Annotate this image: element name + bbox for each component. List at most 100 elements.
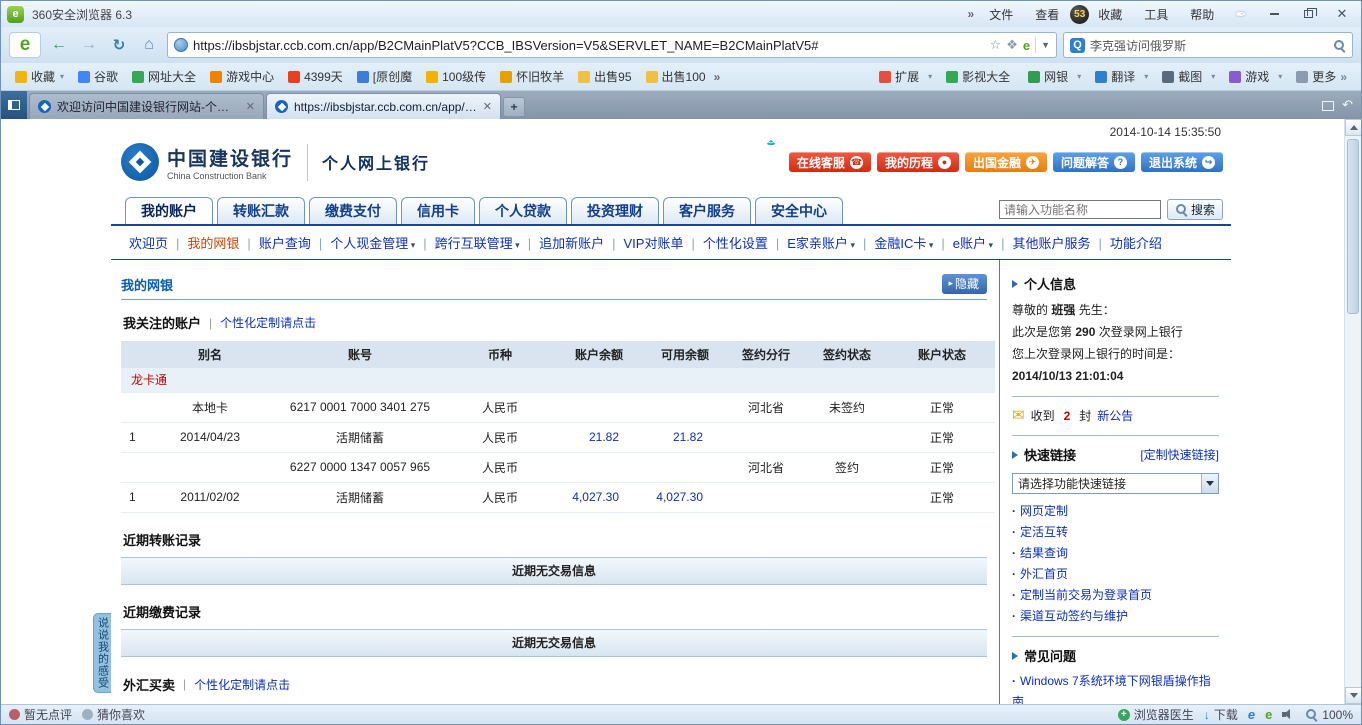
zoom-control[interactable]: 100% (1305, 708, 1353, 722)
sub-nav-item[interactable]: 追加新账户 (520, 233, 604, 252)
menu-item[interactable]: 文件 (982, 6, 1020, 23)
faq-button[interactable]: 问题解答? (1053, 152, 1135, 172)
toolbar-extension-item[interactable]: 网银 (1022, 66, 1087, 87)
guess-like-item[interactable]: 猜你喜欢 (82, 706, 145, 723)
toolbar-extension-item[interactable]: 翻译 (1089, 66, 1154, 87)
bookmark-item[interactable]: [原创魔 (351, 66, 418, 87)
nav-tab[interactable]: 客户服务 (663, 197, 751, 224)
bookmark-item[interactable]: 4399天 (282, 66, 349, 87)
sub-nav-item[interactable]: 欢迎页 (129, 233, 168, 252)
download-item[interactable]: ↓ 下载 (1204, 706, 1238, 723)
compatibility-mode-icon[interactable]: ❖ (1006, 37, 1018, 53)
home-button[interactable]: ⌂ (137, 33, 161, 57)
online-service-button[interactable]: 在线客服☎ (789, 152, 871, 172)
sub-nav-item[interactable]: 个人现金管理 (311, 233, 415, 252)
hide-button[interactable]: 隐藏 (942, 274, 987, 294)
menu-item[interactable]: 查看 (1028, 6, 1066, 23)
favorite-star-icon[interactable]: ☆ (990, 37, 1002, 53)
quick-link[interactable]: 外汇首页 (1012, 564, 1219, 585)
quick-link[interactable]: 定制当前交易为登录首页 (1012, 585, 1219, 606)
logout-button[interactable]: 退出系统↪ (1141, 152, 1223, 172)
forex-customize-link[interactable]: 个性化定制请点击 (194, 676, 290, 693)
address-dropdown-icon[interactable]: ▼ (1041, 40, 1050, 50)
bookmark-item[interactable]: 怀旧牧羊 (494, 66, 570, 87)
browser-tab[interactable]: 欢迎访问中国建设银行网站-个人客户 ✕ (29, 93, 264, 119)
sub-nav-item[interactable]: 功能介绍 (1090, 233, 1161, 252)
quick-link[interactable]: 定活互转 (1012, 522, 1219, 543)
bookmark-item[interactable]: 网址大全 (126, 66, 202, 87)
overseas-finance-button[interactable]: 出国金融✈ (965, 152, 1047, 172)
browser-tab[interactable]: https://ibsbjstar.ccb.com.cn/app/… ✕ (266, 93, 501, 119)
toolbar-extension-item[interactable]: 截图 (1156, 66, 1221, 87)
nav-tab[interactable]: 个人贷款 (479, 197, 567, 224)
browser-doctor-item[interactable]: + 浏览器医生 (1118, 706, 1194, 723)
bookmarks-overflow-chevron[interactable]: » (714, 70, 721, 84)
quick-link[interactable]: 渠道互动签约与维护 (1012, 606, 1219, 627)
bookmark-item[interactable]: 谷歌 (72, 66, 124, 87)
nav-tab[interactable]: 我的账户 (125, 197, 213, 224)
toolbar-extension-item[interactable]: 更多» (1290, 66, 1353, 87)
sub-nav-item[interactable]: 我的网银 (168, 233, 239, 252)
feedback-tab[interactable]: 说说我的感受 (93, 613, 111, 693)
search-box[interactable]: Q (1063, 32, 1353, 58)
chrome-mode-icon[interactable]: e (1265, 707, 1272, 722)
faq-link[interactable]: Windows 7系统环境下网银盾操作指南 (1012, 671, 1219, 704)
function-search-button[interactable]: 搜索 (1167, 199, 1223, 220)
sub-nav-item[interactable]: 账户查询 (239, 233, 310, 252)
bookmark-item[interactable]: 收藏 (9, 66, 70, 87)
notice-link[interactable]: 新公告 (1097, 406, 1133, 426)
side-panel-toggle-icon[interactable] (1, 91, 27, 119)
toolbar-extension-item[interactable]: 扩展 (873, 66, 938, 87)
sub-nav-item[interactable]: E家亲账户 (768, 233, 855, 252)
speed-mode-icon[interactable]: e (1023, 38, 1030, 53)
vertical-scrollbar[interactable] (1344, 119, 1361, 704)
browser-home-logo-icon[interactable]: e (9, 32, 41, 58)
nav-tab[interactable]: 投资理财 (571, 197, 659, 224)
address-input[interactable] (193, 38, 985, 53)
tab-list-icon[interactable] (1322, 101, 1334, 111)
scroll-down-icon[interactable] (1345, 687, 1361, 704)
minimize-button[interactable] (1261, 5, 1287, 23)
scroll-up-icon[interactable] (1345, 119, 1361, 136)
quicklink-config-link[interactable]: [定制快速链接] (1140, 446, 1219, 463)
close-button[interactable]: ✕ (1329, 5, 1355, 23)
bookmark-item[interactable]: 出售100 (640, 66, 712, 87)
nav-tab[interactable]: 信用卡 (401, 197, 475, 224)
sub-nav-item[interactable]: 其他账户服务 (993, 233, 1090, 252)
restore-button[interactable] (1295, 5, 1321, 23)
sub-nav-item[interactable]: 金融IC卡 (855, 233, 933, 252)
menu-item[interactable]: 帮助 (1183, 6, 1221, 23)
menu-overflow-chevron[interactable]: » (968, 7, 975, 21)
back-button[interactable]: ← (47, 33, 71, 57)
tab-close-icon[interactable]: ✕ (483, 100, 492, 113)
skin-feather-icon[interactable]: ✒ (1235, 6, 1247, 23)
notification-badge[interactable]: 53 (1070, 5, 1089, 24)
ie-mode-icon[interactable]: e (1248, 707, 1255, 722)
menu-item[interactable]: 工具 (1137, 6, 1175, 23)
select-dropdown-icon[interactable] (1201, 474, 1218, 493)
bookmark-item[interactable]: 出售95 (572, 66, 637, 87)
my-journey-button[interactable]: 我的历程● (877, 152, 959, 172)
toolbar-extension-item[interactable]: 游戏 (1223, 66, 1288, 87)
no-review-item[interactable]: 暂无点评 (9, 706, 72, 723)
address-bar[interactable]: ☆ ❖ e ▼ (167, 32, 1057, 58)
nav-tab[interactable]: 安全中心 (755, 197, 843, 224)
quick-link[interactable]: 网页定制 (1012, 501, 1219, 522)
bookmark-item[interactable]: 游戏中心 (204, 66, 280, 87)
bookmark-item[interactable]: 100级传 (420, 66, 492, 87)
quick-link[interactable]: 结果查询 (1012, 543, 1219, 564)
speaker-icon[interactable] (1282, 709, 1295, 720)
search-input[interactable] (1090, 38, 1328, 52)
quicklink-select[interactable]: 请选择功能快速链接 (1012, 473, 1219, 494)
sub-nav-item[interactable]: 个性化设置 (683, 233, 767, 252)
menu-item[interactable]: 收藏 (1091, 6, 1129, 23)
nav-tab[interactable]: 转账汇款 (217, 197, 305, 224)
scrollbar-thumb[interactable] (1347, 139, 1359, 314)
customize-link[interactable]: 个性化定制请点击 (220, 314, 316, 331)
tab-close-icon[interactable]: ✕ (246, 100, 255, 113)
search-magnifier-icon[interactable] (1333, 39, 1346, 52)
sub-nav-item[interactable]: VIP对账单 (604, 233, 683, 252)
recently-closed-icon[interactable]: ↶ (1342, 97, 1353, 113)
nav-tab[interactable]: 缴费支付 (309, 197, 397, 224)
function-search-input[interactable] (999, 200, 1161, 219)
